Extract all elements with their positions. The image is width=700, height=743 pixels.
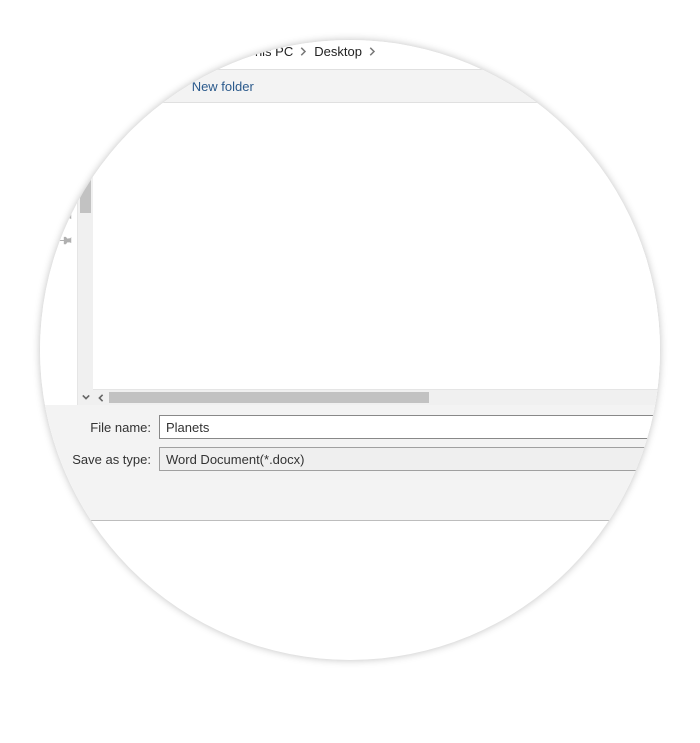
dropdown-icon: ▼: [167, 83, 174, 90]
nav-item[interactable]: Documents: [40, 205, 77, 229]
breadcrumb[interactable]: This PC Desktop: [209, 40, 660, 64]
pin-icon: [61, 186, 73, 201]
nav-pane: Quick access Desktop2016 HSADownloadsDoc…: [40, 103, 93, 405]
savetype-value: Word Document(*.docx): [166, 452, 304, 467]
breadcrumb-segment[interactable]: This PC: [243, 44, 297, 59]
savetype-combobox[interactable]: Word Document(*.docx): [159, 447, 660, 471]
breadcrumb-segment[interactable]: Desktop: [310, 44, 366, 59]
scroll-left-icon[interactable]: [93, 390, 109, 405]
nav-item[interactable]: Demo: [40, 277, 77, 301]
scroll-down-icon[interactable]: [78, 389, 93, 405]
organize-button[interactable]: Organize ▼: [111, 79, 174, 94]
nav-scrollbar[interactable]: [77, 103, 93, 405]
nav-up-icon[interactable]: [187, 42, 205, 60]
nav-item[interactable]: New PhantomPD: [40, 301, 77, 325]
hide-folders-label: Hide Folders: [40, 495, 63, 510]
filename-label: File name:: [40, 420, 151, 435]
save-form: File name: Save as type: Word Document(*…: [40, 405, 660, 487]
file-list[interactable]: Name: [93, 103, 660, 405]
save-dialog-window: This PC Desktop Organize ▼ New folder: [40, 40, 660, 521]
chevron-right-icon: [368, 44, 377, 59]
nav-recent-dropdown-icon[interactable]: [165, 42, 183, 60]
savetype-label: Save as type:: [40, 452, 151, 467]
toolbar: Organize ▼ New folder: [40, 69, 660, 103]
nav-item[interactable]: Pictures: [40, 229, 77, 253]
nav-item[interactable]: Downloads: [40, 181, 77, 205]
breadcrumb-root-icon: [214, 43, 230, 59]
nav-item-label: New PhantomPD: [40, 306, 42, 321]
new-folder-label: New folder: [192, 79, 254, 94]
pin-icon: [61, 138, 73, 153]
organize-label: Organize: [111, 79, 164, 94]
address-bar: This PC Desktop: [40, 40, 660, 69]
pin-icon: [61, 210, 73, 225]
content-hscrollbar[interactable]: [93, 389, 660, 405]
filename-input[interactable]: [159, 415, 660, 439]
scroll-thumb[interactable]: [109, 392, 429, 403]
pin-icon: [61, 162, 73, 177]
column-header-name[interactable]: Name: [93, 103, 660, 129]
nav-item[interactable]: 2016 HSA: [40, 157, 77, 181]
nav-item[interactable]: Desktop: [40, 133, 77, 157]
nav-item[interactable]: 90 Launch: [40, 253, 77, 277]
quick-access-node[interactable]: Quick access: [40, 109, 77, 133]
nav-forward-icon[interactable]: [143, 42, 161, 60]
new-folder-button[interactable]: New folder: [192, 79, 254, 94]
dialog-footer: Hide Folders: [40, 487, 660, 520]
scroll-thumb[interactable]: [80, 103, 91, 213]
pin-icon: [61, 234, 73, 249]
hide-folders-button[interactable]: Hide Folders: [40, 495, 63, 510]
chevron-right-icon: [299, 44, 308, 59]
nav-item[interactable]: Planning: [40, 325, 77, 349]
chevron-right-icon: [232, 44, 241, 59]
main-split: Quick access Desktop2016 HSADownloadsDoc…: [40, 103, 660, 405]
